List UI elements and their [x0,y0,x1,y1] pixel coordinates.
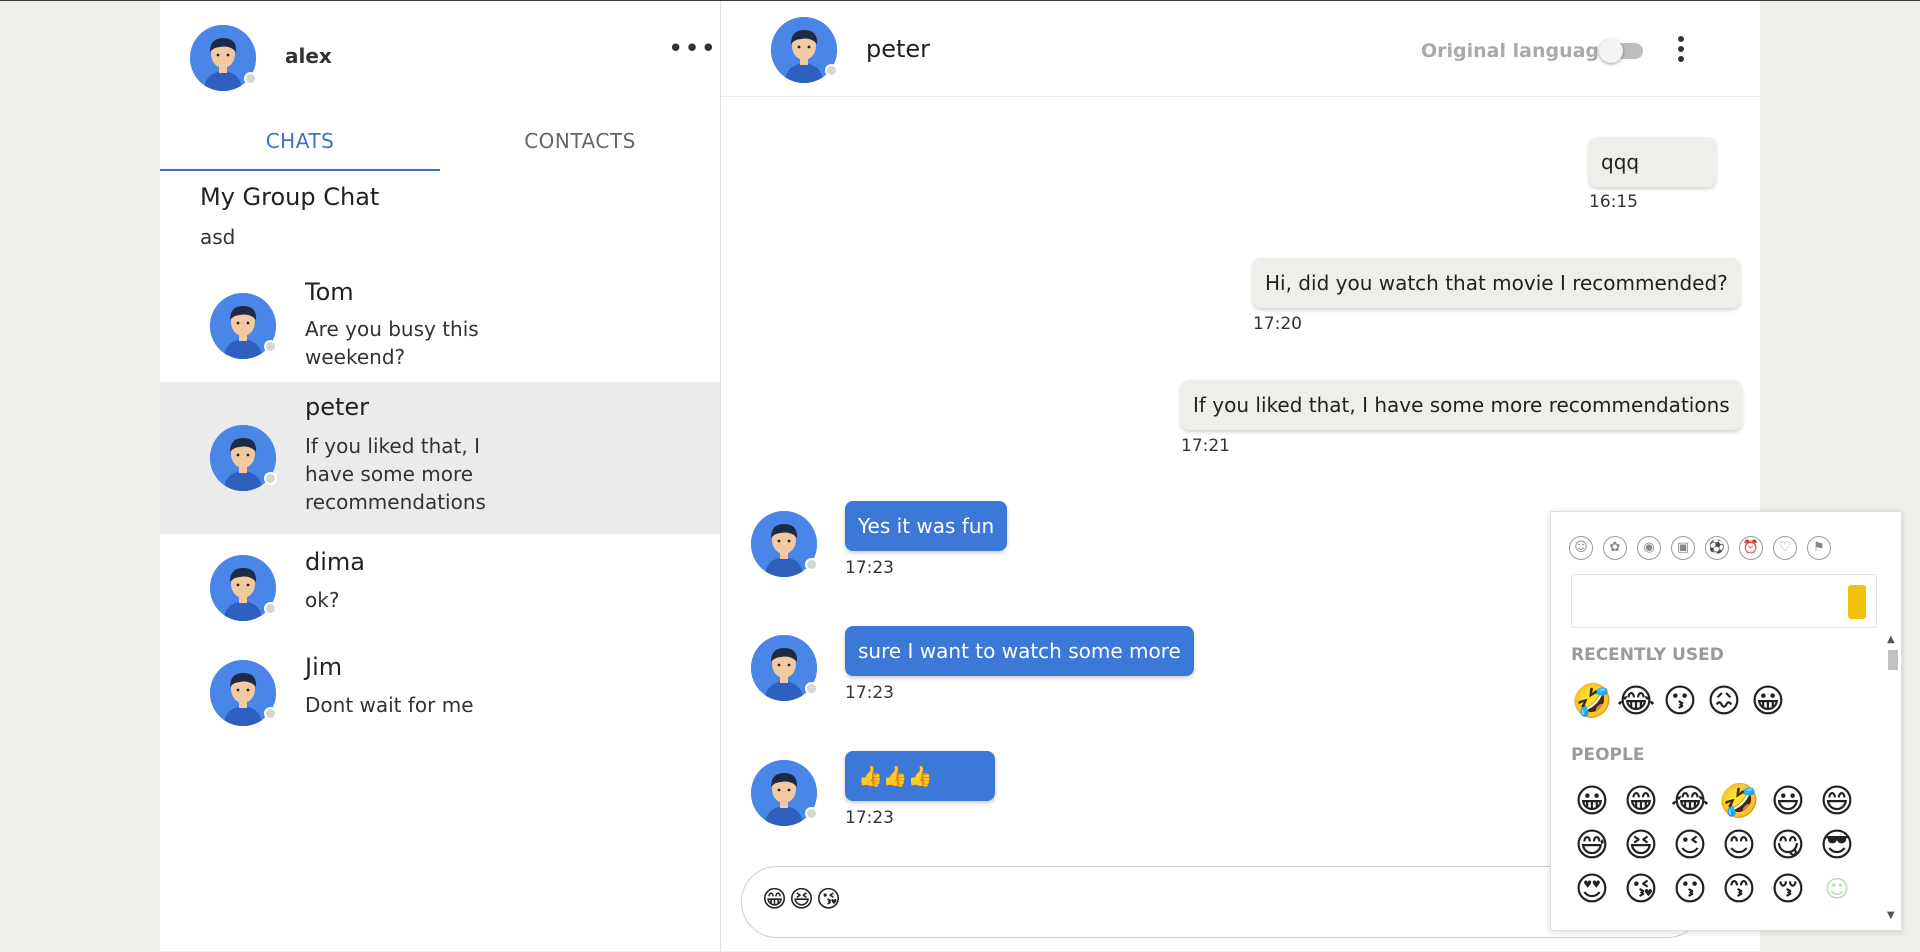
user-name: alex [285,44,332,68]
chat-item-dima[interactable]: dima ok? [160,534,720,639]
chat-app: alex ••• CHATS CONTACTS My Group Chat as… [160,1,1760,951]
chat-preview: If you liked that, I have some more reco… [305,434,486,514]
message-time: 17:23 [845,683,894,703]
emoji-button[interactable]: 😉 [1668,826,1712,864]
objects-icon[interactable]: ⏰ [1739,536,1763,560]
peer-status-indicator [825,64,838,77]
search-cursor [1848,585,1866,619]
emoji-button[interactable]: 😀 [1746,682,1790,720]
emoji-button[interactable]: 😗 [1658,682,1702,720]
emoji-category-bar: ☺ ✿ ◉ ▣ ⚽ ⏰ ♡ ⚑ [1569,536,1831,560]
emoji-button[interactable]: 😖 [1702,682,1746,720]
message-time: 17:23 [845,808,894,828]
kebab-menu-icon[interactable] [1678,36,1684,66]
status-indicator [805,807,818,820]
emoji-button[interactable]: 😃 [1766,782,1810,820]
emoji-button[interactable]: 🤣 [1717,782,1761,820]
emoji-picker-scrollbar[interactable]: ▲ ▼ [1885,634,1901,924]
conversation-header: peter Original language [721,1,1760,97]
nature-icon[interactable]: ✿ [1603,536,1627,560]
group-chat-title: My Group Chat [200,183,380,211]
status-indicator [805,682,818,695]
message-input-value: 😁😆😘 [762,885,844,913]
toggle-knob[interactable] [1599,39,1623,63]
emoji-button[interactable]: 😘 [1619,870,1663,908]
emoji-button[interactable]: 😍 [1570,870,1614,908]
more-options-icon[interactable]: ••• [668,36,717,62]
emoji-button[interactable]: 😂 [1668,782,1712,820]
scroll-up-icon[interactable]: ▲ [1887,634,1895,645]
emoji-button[interactable]: 😁 [1619,782,1663,820]
flags-icon[interactable]: ⚑ [1807,536,1831,560]
group-chat-last-message: asd [200,225,236,249]
tab-contacts[interactable]: CONTACTS [440,111,720,171]
emoji-button[interactable]: 😅 [1570,826,1614,864]
tab-bar: CHATS CONTACTS [160,111,720,171]
message-time: 17:21 [1181,436,1230,456]
message-bubble-outgoing: If you liked that, I have some more reco… [1181,380,1742,430]
chat-preview: Are you busy this weekend? [305,317,479,369]
emoji-button[interactable]: 😄 [1815,782,1859,820]
emoji-button[interactable]: 😎 [1815,826,1859,864]
chat-item-peter[interactable]: peter If you liked that, I have some mor… [160,382,720,534]
emoji-button[interactable]: 😊 [1717,826,1761,864]
message-bubble-incoming: sure I want to watch some more [845,626,1194,676]
emoji-button[interactable]: ☺ [1815,870,1859,908]
message-bubble-incoming: 👍👍👍 [845,751,995,801]
symbols-icon[interactable]: ♡ [1773,536,1797,560]
people-heading: PEOPLE [1571,745,1645,765]
message-bubble-incoming: Yes it was fun [845,501,1008,551]
message-time: 17:23 [845,558,894,578]
travel-icon[interactable]: ▣ [1671,536,1695,560]
emoji-button[interactable]: 😋 [1766,826,1810,864]
chat-preview: ok? [305,588,340,612]
user-profile: alex ••• [160,1,720,111]
emoji-button[interactable]: 😗 [1668,870,1712,908]
tab-chats[interactable]: CHATS [160,111,440,171]
scroll-down-icon[interactable]: ▼ [1887,910,1895,921]
chat-item-tom[interactable]: Tom Are you busy this weekend? [160,259,720,382]
status-indicator [264,707,277,720]
message-time: 16:15 [1589,192,1638,212]
message-bubble-outgoing: Hi, did you watch that movie I recommend… [1253,258,1740,308]
emoji-button[interactable]: 🤣 [1570,682,1614,720]
chat-preview: Dont wait for me [305,693,474,717]
status-indicator [264,472,277,485]
message-time: 17:20 [1253,314,1302,334]
original-language-label: Original language [1421,40,1612,62]
emoji-button[interactable]: 😀 [1570,782,1614,820]
status-indicator [264,340,277,353]
emoji-button[interactable]: 😆 [1619,826,1663,864]
recently-used-heading: RECENTLY USED [1571,645,1724,665]
peer-name: peter [866,35,931,63]
chat-item-jim[interactable]: Jim Dont wait for me [160,639,720,744]
people-icon[interactable]: ☺ [1569,536,1593,560]
chat-name: Jim [305,653,343,681]
chat-name: peter [305,393,370,421]
scroll-thumb[interactable] [1888,650,1898,670]
emoji-button[interactable]: 😂 [1614,682,1658,720]
chat-name: dima [305,548,365,576]
group-chat-item[interactable]: My Group Chat asd [160,171,720,259]
emoji-button[interactable]: 😙 [1717,870,1761,908]
emoji-button[interactable]: 😚 [1766,870,1810,908]
message-bubble-outgoing: qqq [1589,137,1716,187]
sidebar: alex ••• CHATS CONTACTS My Group Chat as… [160,1,721,951]
status-indicator [805,558,818,571]
status-indicator [264,602,277,615]
activity-icon[interactable]: ⚽ [1705,536,1729,560]
chat-name: Tom [305,278,354,306]
user-status-indicator [244,72,257,85]
emoji-picker: ☺ ✿ ◉ ▣ ⚽ ⏰ ♡ ⚑ RECENTLY USED 🤣 😂 😗 😖 😀 … [1550,511,1902,931]
emoji-search-input[interactable] [1571,574,1877,628]
food-icon[interactable]: ◉ [1637,536,1661,560]
